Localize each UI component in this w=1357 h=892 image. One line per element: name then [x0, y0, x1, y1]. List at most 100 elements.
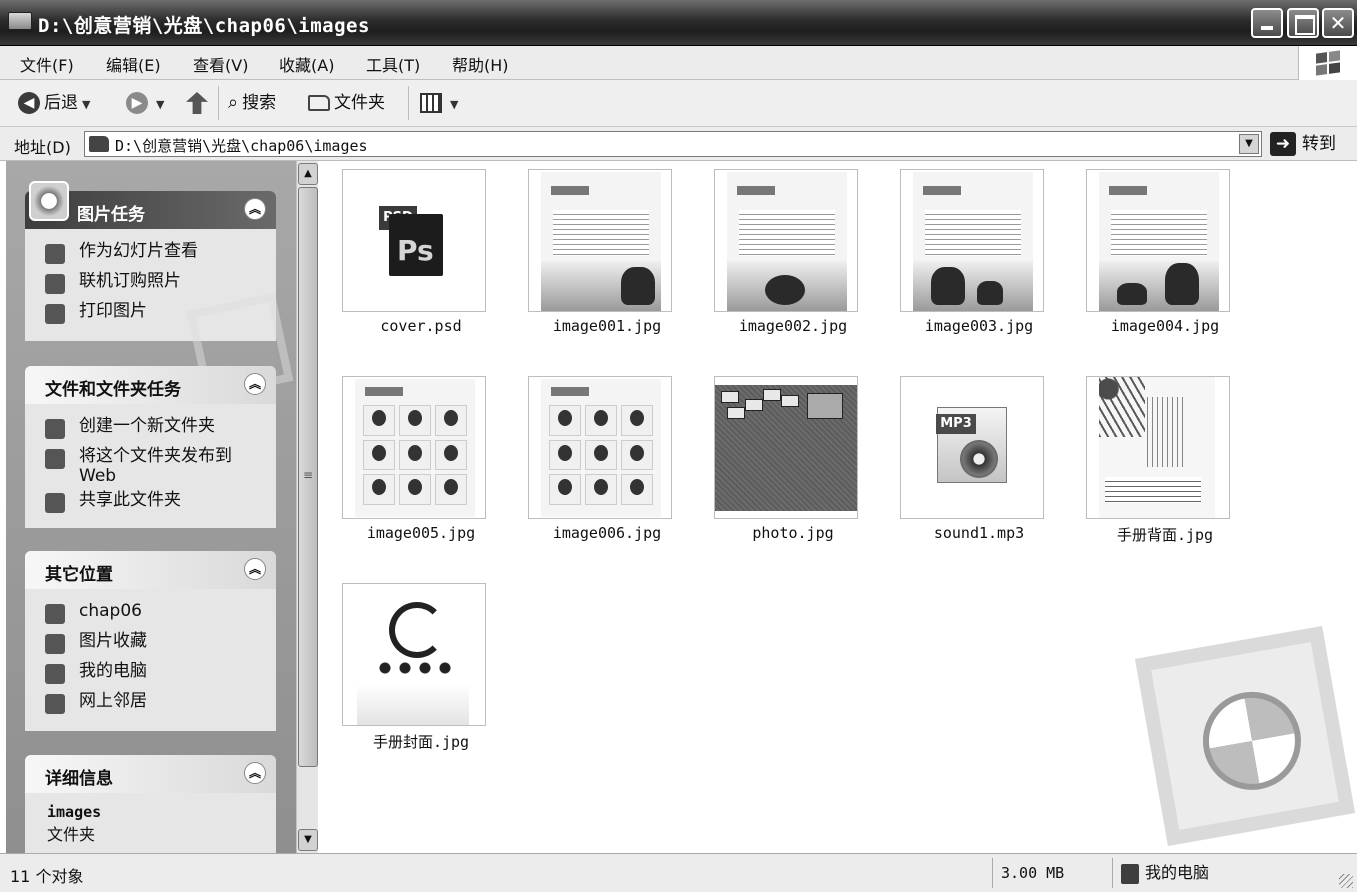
file-item[interactable]: PSD Ps cover.psd [326, 161, 486, 351]
picture-folder-watermark [1134, 625, 1356, 847]
details-header[interactable]: 详细信息 ︽ [25, 755, 276, 793]
collapse-chevron-icon[interactable]: ︽ [244, 762, 266, 784]
back-label: 后退 [44, 93, 78, 113]
task-label: 共享此文件夹 [79, 490, 181, 510]
other-places-body: chap06 图片收藏 我的电脑 网上邻居 [25, 589, 276, 731]
forward-button[interactable]: ▶ ▼ [126, 90, 164, 118]
menu-bar: 文件(F) 编辑(E) 查看(V) 收藏(A) 工具(T) 帮助(H) [0, 46, 1357, 80]
folder-tree-icon [308, 95, 330, 111]
file-item[interactable]: 手册封面.jpg [326, 575, 486, 765]
toolbar: ◀ 后退 ▼ ▶ ▼ ⌕ 搜索 文件夹 ▼ [0, 80, 1357, 127]
menu-edit[interactable]: 编辑(E) [106, 52, 161, 76]
menu-file[interactable]: 文件(F) [20, 52, 74, 76]
file-item[interactable]: image002.jpg [698, 161, 858, 351]
views-dropdown-icon[interactable]: ▼ [450, 98, 458, 111]
location-label: 我的电脑 [1145, 863, 1210, 882]
scroll-thumb[interactable] [298, 187, 318, 767]
place-network[interactable]: 网上邻居 [43, 689, 276, 719]
task-print-pictures[interactable]: 打印图片 [43, 299, 276, 329]
menu-favorites[interactable]: 收藏(A) [279, 52, 334, 76]
file-tasks-panel: 文件和文件夹任务 ︽ 创建一个新文件夹 将这个文件夹发布到 Web 共享此文件夹 [25, 366, 276, 528]
picture-tasks-header[interactable]: 图片任务 ︽ [25, 181, 276, 229]
title-bar[interactable]: D:\创意营销\光盘\chap06\images ✕ [0, 0, 1357, 46]
address-dropdown-icon[interactable]: ▼ [1239, 134, 1259, 154]
menu-view[interactable]: 查看(V) [193, 52, 248, 76]
task-pane: 图片任务 ︽ 作为幻灯片查看 联机订购照片 打印图片 文件和文件夹任务 ︽ 创建… [6, 161, 296, 853]
file-name: cover.psd [380, 317, 462, 335]
file-name: image003.jpg [924, 317, 1034, 335]
other-places-header[interactable]: 其它位置 ︽ [25, 551, 276, 589]
order-prints-icon [45, 274, 65, 294]
windows-logo [1298, 46, 1357, 80]
minimize-button[interactable] [1251, 8, 1283, 38]
task-label: 联机订购照片 [79, 271, 181, 291]
place-chap06[interactable]: chap06 [43, 599, 276, 629]
file-item[interactable]: 手册背面.jpg [1070, 368, 1230, 558]
resize-grip[interactable] [1339, 874, 1353, 888]
task-slideshow[interactable]: 作为幻灯片查看 [43, 239, 276, 269]
task-publish-web[interactable]: 将这个文件夹发布到 Web [43, 444, 276, 488]
maximize-button[interactable] [1287, 8, 1319, 38]
place-label: 我的电脑 [79, 661, 147, 681]
scroll-down-button[interactable]: ▼ [298, 829, 318, 851]
task-share-folder[interactable]: 共享此文件夹 [43, 488, 276, 518]
menu-tools[interactable]: 工具(T) [366, 52, 420, 76]
go-button[interactable]: ➜ 转到 [1270, 131, 1336, 157]
printer-icon [45, 304, 65, 324]
back-button[interactable]: ◀ 后退 ▼ [18, 90, 90, 118]
place-label: 网上邻居 [79, 691, 147, 711]
file-tasks-header[interactable]: 文件和文件夹任务 ︽ [25, 366, 276, 404]
scroll-up-button[interactable]: ▲ [298, 163, 318, 185]
file-item[interactable]: image004.jpg [1070, 161, 1230, 351]
collapse-chevron-icon[interactable]: ︽ [244, 198, 266, 220]
computer-icon [1121, 863, 1139, 884]
back-arrow-icon: ◀ [18, 92, 40, 114]
file-thumbnail [1086, 376, 1230, 519]
menu-help[interactable]: 帮助(H) [452, 52, 509, 76]
file-item[interactable]: MP3 sound1.mp3 [884, 368, 1044, 558]
address-input[interactable]: D:\创意营销\光盘\chap06\images ▼ [84, 131, 1262, 157]
file-thumbnail: MP3 [900, 376, 1044, 519]
file-name: image002.jpg [738, 317, 848, 335]
task-order-prints[interactable]: 联机订购照片 [43, 269, 276, 299]
file-item[interactable]: photo.jpg [698, 368, 858, 558]
task-pane-scrollbar[interactable]: ▲ ▼ [296, 161, 318, 853]
go-label: 转到 [1302, 134, 1336, 154]
up-folder-button[interactable] [186, 90, 212, 118]
search-button[interactable]: ⌕ 搜索 [228, 90, 276, 118]
file-item[interactable]: image001.jpg [512, 161, 672, 351]
details-type: 文件夹 [47, 825, 96, 844]
folder-icon [8, 12, 32, 30]
search-label: 搜索 [242, 93, 277, 113]
file-view: PSD Ps cover.psd image001.jpg image002.j… [318, 161, 1357, 853]
close-button[interactable]: ✕ [1322, 8, 1354, 38]
picture-tasks-icon [29, 181, 69, 221]
toolbar-separator [218, 86, 219, 120]
file-tasks-body: 创建一个新文件夹 将这个文件夹发布到 Web 共享此文件夹 [25, 404, 276, 528]
collapse-chevron-icon[interactable]: ︽ [244, 373, 266, 395]
file-thumbnail [1086, 169, 1230, 312]
object-count: 11 个对象 [10, 867, 84, 886]
publish-web-icon [45, 449, 65, 469]
file-item[interactable]: image003.jpg [884, 161, 1044, 351]
views-button[interactable]: ▼ [420, 90, 458, 118]
place-my-pictures[interactable]: 图片收藏 [43, 629, 276, 659]
window-title: D:\创意营销\光盘\chap06\images [38, 15, 370, 37]
total-size: 3.00 MB [992, 858, 1108, 888]
forward-dropdown-icon[interactable]: ▼ [156, 98, 164, 111]
panel-title: 图片任务 [77, 205, 145, 225]
file-name: 手册封面.jpg [372, 733, 470, 751]
place-my-computer[interactable]: 我的电脑 [43, 659, 276, 689]
task-new-folder[interactable]: 创建一个新文件夹 [43, 414, 276, 444]
task-label: 作为幻灯片查看 [79, 241, 198, 261]
file-item[interactable]: image006.jpg [512, 368, 672, 558]
share-folder-icon [45, 493, 65, 513]
collapse-chevron-icon[interactable]: ︽ [244, 558, 266, 580]
back-dropdown-icon[interactable]: ▼ [82, 98, 90, 111]
file-item[interactable]: image005.jpg [326, 368, 486, 558]
new-folder-icon [45, 419, 65, 439]
place-label: chap06 [79, 601, 142, 621]
network-icon [45, 694, 65, 714]
address-label: 地址(D) [14, 138, 71, 157]
folders-button[interactable]: 文件夹 [308, 90, 385, 118]
